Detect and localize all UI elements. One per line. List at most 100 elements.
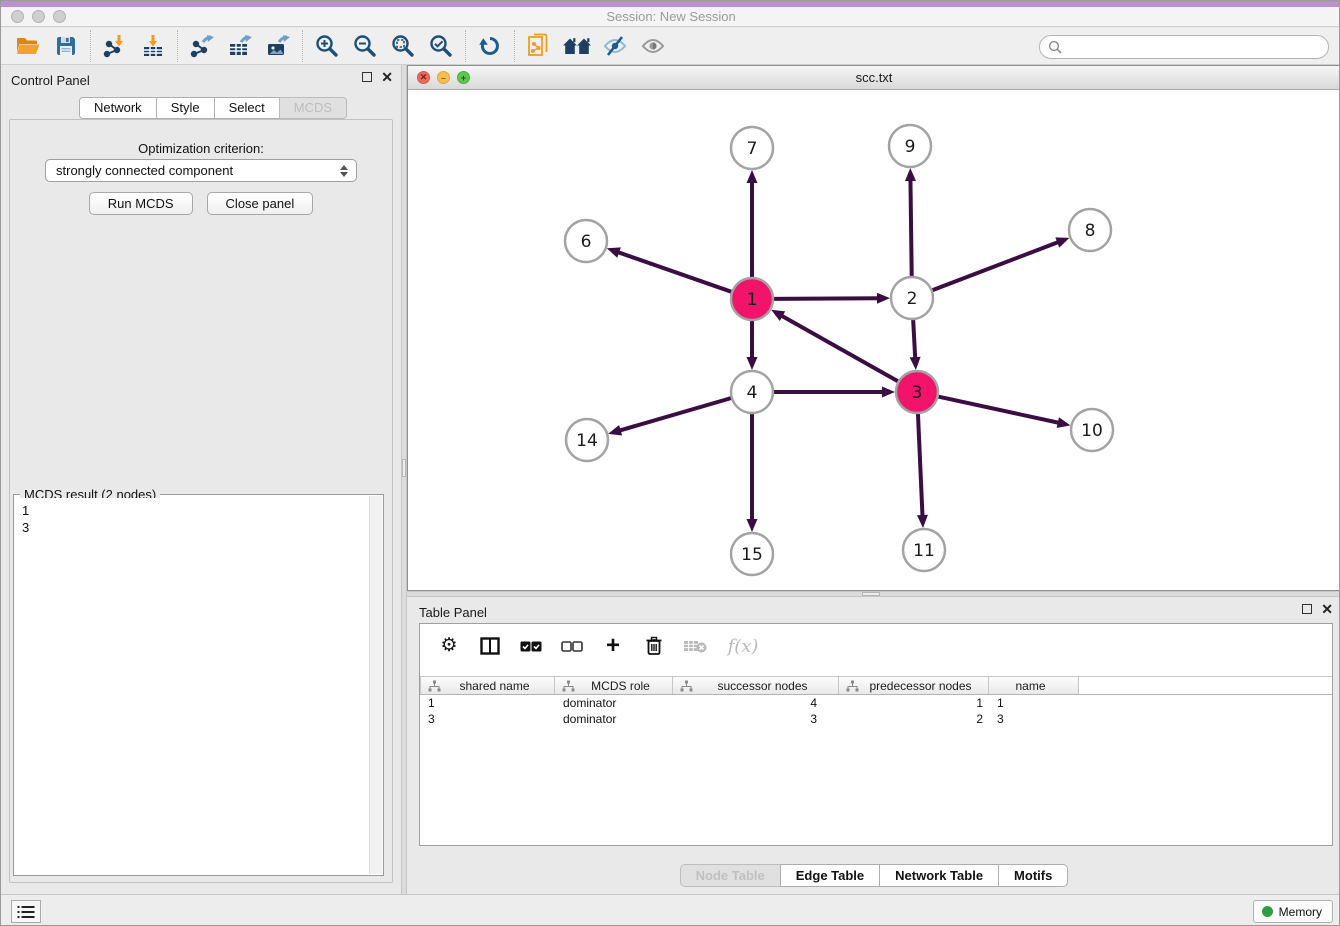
cell-predecessor-nodes[interactable]: 1 — [839, 695, 989, 711]
table-panel: Table Panel ✕ ⚙ — [407, 597, 1340, 894]
table-toolbar: ⚙ — [420, 624, 1332, 668]
show-graphics-details-button[interactable] — [634, 30, 672, 62]
tab-style[interactable]: Style — [156, 97, 215, 119]
column-header-mcds-role[interactable]: MCDS role — [555, 677, 673, 694]
close-panel-icon[interactable]: ✕ — [381, 72, 393, 82]
list-icon — [17, 905, 35, 919]
graph-edge[interactable] — [617, 252, 732, 292]
column-header-shared-name[interactable]: shared name — [420, 677, 555, 694]
close-panel-button[interactable]: Close panel — [207, 192, 314, 215]
search-icon — [1048, 40, 1062, 54]
mcds-result-item[interactable]: 1 — [22, 502, 368, 519]
export-table-button[interactable] — [221, 30, 259, 62]
splitter-handle[interactable] — [862, 592, 880, 596]
network-canvas[interactable]: 7968124314101511 — [408, 90, 1340, 590]
cell-successor-nodes[interactable]: 4 — [673, 695, 839, 711]
result-scrollbar[interactable] — [369, 496, 382, 874]
mcds-result-list[interactable]: 1 3 — [15, 498, 368, 874]
import-table-icon — [140, 33, 166, 59]
graph-edge[interactable] — [910, 179, 911, 277]
graph-edge[interactable] — [781, 315, 899, 381]
open-file-button[interactable] — [9, 30, 47, 62]
tab-network-table[interactable]: Network Table — [879, 864, 999, 887]
delete-table-button[interactable] — [682, 633, 708, 659]
tab-network[interactable]: Network — [79, 97, 157, 119]
zoom-in-button[interactable] — [308, 30, 346, 62]
cell-mcds-role[interactable]: dominator — [555, 695, 673, 711]
graph-edge-arrow — [910, 357, 921, 370]
criterion-dropdown-value: strongly connected component — [56, 163, 233, 178]
cell-predecessor-nodes[interactable]: 2 — [839, 711, 989, 727]
clone-network-button[interactable] — [520, 30, 558, 62]
column-header-name[interactable]: name — [989, 677, 1079, 694]
column-type-icon — [680, 680, 693, 692]
graph-node-label: 10 — [1081, 421, 1103, 441]
export-image-button[interactable] — [259, 30, 297, 62]
memory-button[interactable]: Memory — [1253, 900, 1333, 923]
import-table-button[interactable] — [134, 30, 172, 62]
column-type-icon — [428, 680, 441, 692]
table-row[interactable]: 3 dominator 3 2 3 — [420, 711, 1332, 727]
splitter-handle[interactable] — [402, 459, 406, 477]
graph-edge-arrow — [1055, 237, 1069, 247]
tab-mcds[interactable]: MCDS — [279, 97, 347, 119]
column-header-predecessor-nodes[interactable]: predecessor nodes — [839, 677, 989, 694]
table-row[interactable]: 1 dominator 4 1 1 — [420, 695, 1332, 711]
table-options-button[interactable]: ⚙ — [436, 633, 462, 659]
show-columns-button[interactable] — [477, 633, 503, 659]
tab-node-table[interactable]: Node Table — [680, 864, 781, 887]
mcds-result-item[interactable]: 3 — [22, 519, 368, 536]
zoom-fit-button[interactable] — [384, 30, 422, 62]
control-panel-title: Control Panel — [11, 73, 90, 88]
graph-edge-arrow — [882, 387, 895, 398]
table-panel-tabs: Node Table Edge Table Network Table Moti… — [407, 864, 1340, 887]
graph-node-label: 9 — [905, 137, 916, 157]
save-session-button[interactable] — [47, 30, 85, 62]
delete-columns-button[interactable] — [641, 633, 667, 659]
home-icon — [562, 35, 592, 57]
float-panel-icon[interactable] — [362, 72, 372, 82]
graph-edge[interactable] — [932, 242, 1060, 291]
cell-successor-nodes[interactable]: 3 — [673, 711, 839, 727]
cell-name[interactable]: 1 — [989, 695, 1079, 711]
close-panel-icon[interactable]: ✕ — [1321, 604, 1333, 614]
graph-edge-arrow — [905, 168, 916, 181]
table-header-row: shared name MCDS role — [420, 676, 1332, 695]
function-builder-button[interactable]: f(x) — [723, 633, 763, 659]
cell-name[interactable]: 3 — [989, 711, 1079, 727]
create-column-button[interactable]: + — [600, 633, 626, 659]
column-header-successor-nodes[interactable]: successor nodes — [673, 677, 839, 694]
graph-node-label: 8 — [1085, 221, 1096, 241]
tab-motifs[interactable]: Motifs — [998, 864, 1068, 887]
graph-edge-arrow — [747, 357, 758, 370]
network-graph[interactable]: 7968124314101511 — [408, 90, 1340, 590]
cell-shared-name[interactable]: 1 — [420, 695, 555, 711]
cell-shared-name[interactable]: 3 — [420, 711, 555, 727]
graph-node-label: 4 — [747, 383, 758, 403]
export-network-button[interactable] — [183, 30, 221, 62]
search-input[interactable] — [1066, 38, 1328, 56]
tab-edge-table[interactable]: Edge Table — [780, 864, 880, 887]
graph-edge[interactable] — [913, 319, 915, 359]
import-network-button[interactable] — [96, 30, 134, 62]
float-panel-icon[interactable] — [1302, 604, 1312, 614]
import-network-icon — [102, 33, 128, 59]
home-button[interactable] — [558, 30, 596, 62]
tab-select[interactable]: Select — [214, 97, 280, 119]
select-all-columns-button[interactable] — [518, 633, 544, 659]
run-mcds-button[interactable]: Run MCDS — [89, 192, 193, 215]
criterion-dropdown[interactable]: strongly connected component — [45, 159, 357, 182]
graph-edge[interactable] — [773, 298, 879, 299]
cell-mcds-role[interactable]: dominator — [555, 711, 673, 727]
task-history-button[interactable] — [11, 900, 41, 923]
graph-edge[interactable] — [938, 396, 1060, 423]
export-image-icon — [265, 33, 291, 59]
deselect-all-columns-button[interactable] — [559, 633, 585, 659]
graph-edge[interactable] — [619, 398, 732, 431]
zoom-out-button[interactable] — [346, 30, 384, 62]
graph-edge[interactable] — [918, 413, 923, 517]
graph-edge-arrow — [747, 519, 758, 532]
zoom-selected-button[interactable] — [422, 30, 460, 62]
hide-graphics-details-button[interactable] — [596, 30, 634, 62]
refresh-button[interactable] — [471, 30, 509, 62]
